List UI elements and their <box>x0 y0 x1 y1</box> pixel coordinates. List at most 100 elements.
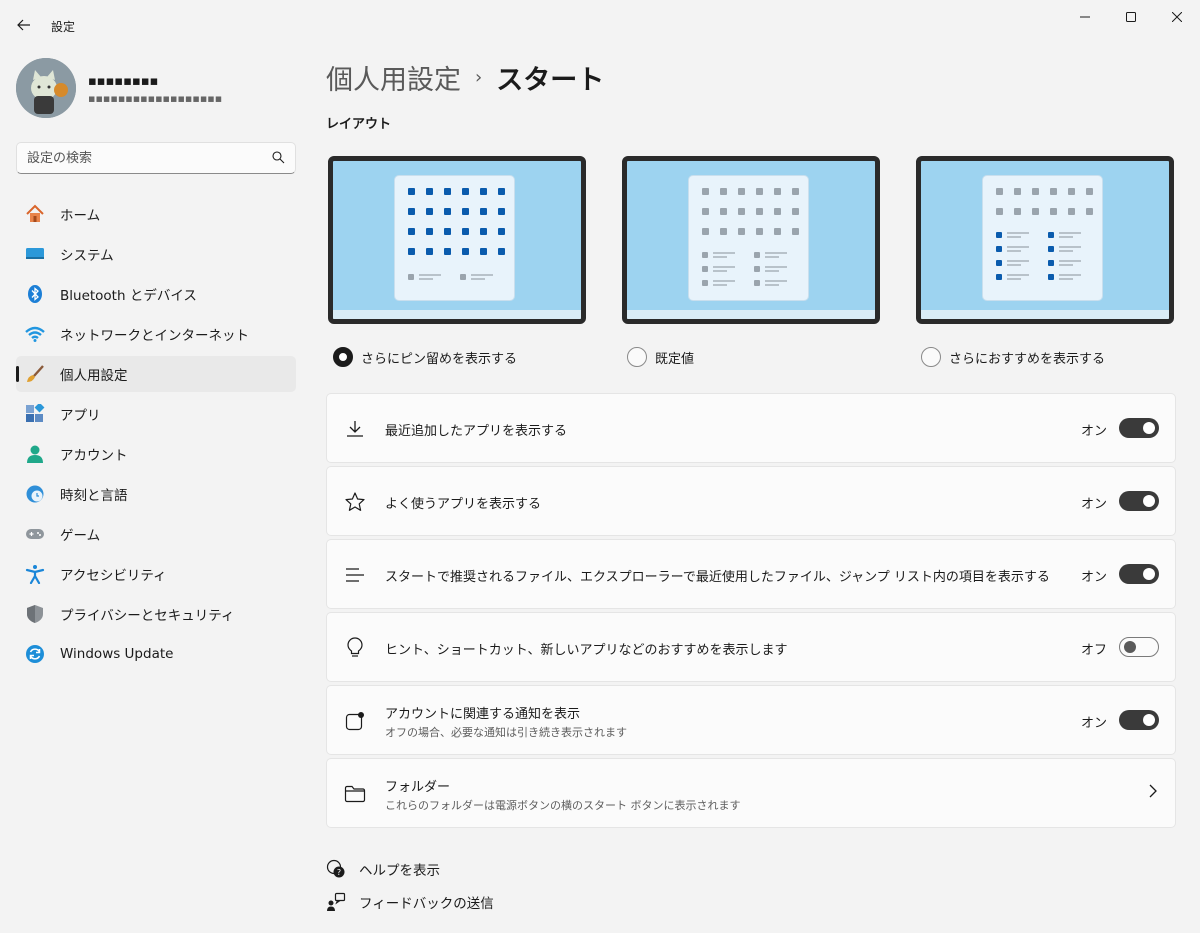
sidebar-item-network[interactable]: ネットワークとインターネット <box>16 316 296 352</box>
breadcrumb: 個人用設定 › スタート <box>326 58 604 97</box>
svg-text:?: ? <box>337 868 341 877</box>
frequent-apps-toggle[interactable] <box>1119 491 1159 511</box>
sidebar-item-accounts[interactable]: アカウント <box>16 436 296 472</box>
setting-subtitle: これらのフォルダーは電源ボタンの横のスタート ボタンに表示されます <box>385 799 741 812</box>
gamepad-icon <box>25 524 45 544</box>
minimize-button[interactable] <box>1062 0 1108 34</box>
sidebar-item-label: プライバシーとセキュリティ <box>60 608 235 624</box>
taskbar-preview <box>333 310 581 319</box>
notification-icon <box>344 710 366 732</box>
radio-button[interactable] <box>627 347 647 367</box>
layout-option-more-recommendations[interactable]: さらにおすすめを表示する <box>921 347 1105 367</box>
sidebar-item-label: ゲーム <box>60 528 101 544</box>
setting-title: フォルダー <box>385 780 451 795</box>
wifi-icon <box>25 324 45 344</box>
accessibility-icon <box>25 564 45 584</box>
minimize-icon <box>1080 16 1090 18</box>
user-profile[interactable]: ▪▪▪▪▪▪▪▪ ▪▪▪▪▪▪▪▪▪▪▪▪▪▪▪▪▪▪ <box>16 58 222 118</box>
close-icon <box>1172 12 1182 22</box>
sidebar-item-home[interactable]: ホーム <box>16 196 296 232</box>
layout-option-default[interactable]: 既定値 <box>627 347 694 367</box>
page-title: スタート <box>496 65 605 96</box>
taskbar-preview <box>627 310 875 319</box>
feedback-icon <box>326 892 346 912</box>
sidebar-item-label: Bluetooth とデバイス <box>60 288 197 304</box>
setting-title: よく使うアプリを表示する <box>385 497 542 512</box>
close-button[interactable] <box>1154 0 1200 34</box>
sidebar-item-label: ホーム <box>60 208 101 224</box>
setting-folders[interactable]: フォルダー これらのフォルダーは電源ボタンの横のスタート ボタンに表示されます <box>326 758 1176 828</box>
sidebar-item-label: 時刻と言語 <box>60 488 128 504</box>
sidebar-item-bluetooth[interactable]: Bluetooth とデバイス <box>16 276 296 312</box>
sidebar-item-label: アクセシビリティ <box>60 568 167 584</box>
settings-search[interactable] <box>16 142 296 174</box>
setting-title: 最近追加したアプリを表示する <box>385 424 568 439</box>
maximize-icon <box>1126 12 1136 22</box>
chevron-right-icon <box>1149 784 1157 802</box>
sidebar-nav: ホーム システム Bluetooth とデバイス ネットワークとインターネット … <box>16 196 296 676</box>
layout-section-title: レイアウト <box>326 117 392 132</box>
sidebar-item-label: Windows Update <box>60 646 174 662</box>
folder-icon <box>344 783 366 805</box>
setting-title: スタートで推奨されるファイル、エクスプローラーで最近使用したファイル、ジャンプ … <box>385 570 1050 585</box>
start-menu-preview <box>982 175 1103 301</box>
layout-thumbnail-more-recommendations[interactable] <box>916 156 1174 324</box>
profile-name: ▪▪▪▪▪▪▪▪ <box>88 74 159 89</box>
update-icon <box>25 644 45 664</box>
toggle-state-label: オン <box>1080 570 1107 585</box>
setting-recommended-files: スタートで推奨されるファイル、エクスプローラーで最近使用したファイル、ジャンプ … <box>326 539 1176 609</box>
list-icon <box>344 564 366 586</box>
sidebar-item-accessibility[interactable]: アクセシビリティ <box>16 556 296 592</box>
shield-icon <box>25 604 45 624</box>
home-icon <box>25 204 45 224</box>
maximize-button[interactable] <box>1108 0 1154 34</box>
search-icon[interactable] <box>272 151 285 168</box>
sidebar-item-label: アカウント <box>60 448 128 464</box>
back-button[interactable] <box>12 13 36 37</box>
sidebar-item-gaming[interactable]: ゲーム <box>16 516 296 552</box>
title-bar: 設定 <box>0 0 1200 48</box>
radio-label: さらにピン留めを表示する <box>361 351 518 367</box>
sidebar-item-system[interactable]: システム <box>16 236 296 272</box>
sidebar-item-label: 個人用設定 <box>60 368 128 384</box>
system-icon <box>25 244 45 264</box>
sidebar-item-windows-update[interactable]: Windows Update <box>16 636 296 672</box>
app-title: 設定 <box>51 20 76 34</box>
radio-button[interactable] <box>921 347 941 367</box>
feedback-link[interactable]: フィードバックの送信 <box>326 892 494 912</box>
tips-toggle[interactable] <box>1119 637 1159 657</box>
search-input[interactable] <box>27 149 267 167</box>
radio-label: 既定値 <box>655 351 695 367</box>
help-link[interactable]: ? ヘルプを表示 <box>326 859 440 879</box>
toggle-state-label: オン <box>1080 424 1107 439</box>
avatar <box>16 58 76 118</box>
sidebar-item-privacy[interactable]: プライバシーとセキュリティ <box>16 596 296 632</box>
recommended-files-toggle[interactable] <box>1119 564 1159 584</box>
sidebar-item-label: アプリ <box>60 408 101 424</box>
back-arrow-icon <box>17 19 30 31</box>
help-label: ヘルプを表示 <box>359 863 440 879</box>
lightbulb-icon <box>344 637 366 659</box>
sidebar-item-time-language[interactable]: 時刻と言語 <box>16 476 296 512</box>
radio-button[interactable] <box>333 347 353 367</box>
toggle-state-label: オフ <box>1080 643 1107 658</box>
star-icon <box>344 491 366 513</box>
clock-globe-icon <box>25 484 45 504</box>
feedback-label: フィードバックの送信 <box>359 896 494 912</box>
setting-account-notifications: アカウントに関連する通知を表示 オフの場合、必要な通知は引き続き表示されます オ… <box>326 685 1176 755</box>
account-icon <box>25 444 45 464</box>
recent-apps-toggle[interactable] <box>1119 418 1159 438</box>
sidebar-item-personalization[interactable]: 個人用設定 <box>16 356 296 392</box>
account-notifications-toggle[interactable] <box>1119 710 1159 730</box>
bluetooth-icon <box>25 284 45 304</box>
radio-label: さらにおすすめを表示する <box>949 351 1106 367</box>
layout-option-more-pins[interactable]: さらにピン留めを表示する <box>333 347 517 367</box>
layout-thumbnail-default[interactable] <box>622 156 880 324</box>
layout-thumbnail-more-pins[interactable] <box>328 156 586 324</box>
brush-icon <box>25 364 45 384</box>
breadcrumb-parent[interactable]: 個人用設定 <box>326 58 461 97</box>
apps-icon <box>25 404 45 424</box>
sidebar-item-apps[interactable]: アプリ <box>16 396 296 432</box>
toggle-state-label: オン <box>1080 497 1107 512</box>
taskbar-preview <box>921 310 1169 319</box>
